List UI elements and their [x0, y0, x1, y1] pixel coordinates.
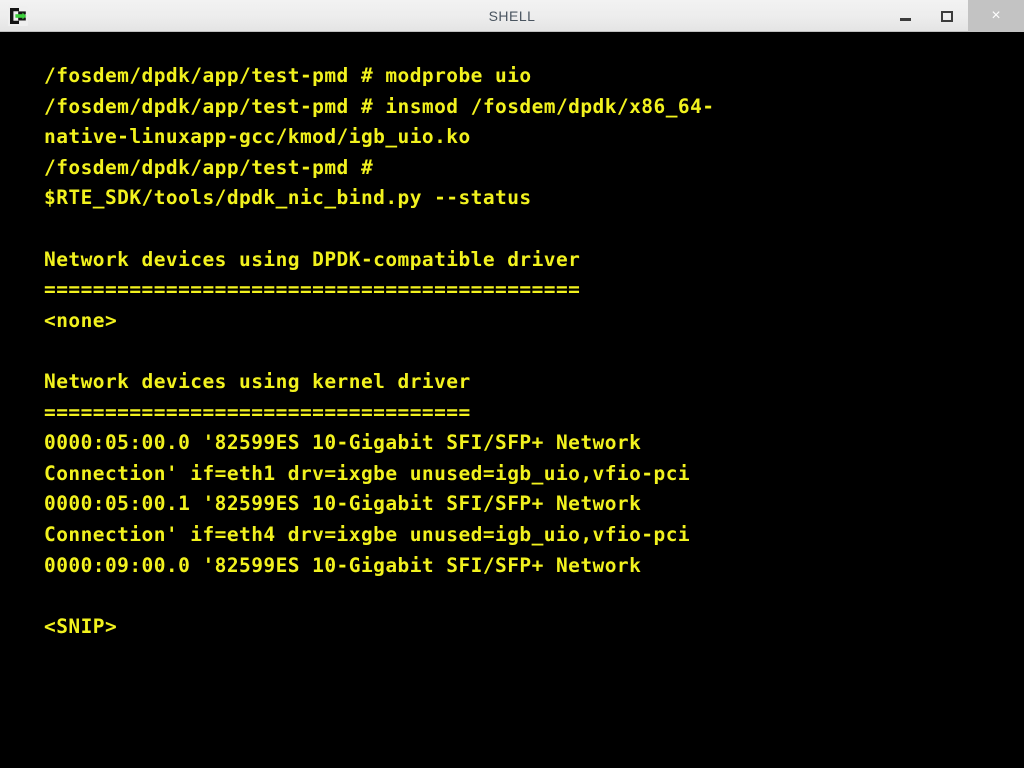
close-icon: × — [991, 7, 1001, 24]
minimize-button[interactable] — [884, 0, 926, 32]
window-title: SHELL — [488, 8, 536, 24]
maximize-button[interactable] — [926, 0, 968, 32]
maximize-icon — [941, 10, 953, 22]
terminal-line: 0000:05:00.1 '82599ES 10-Gigabit SFI/SFP… — [44, 492, 642, 516]
shell-window: SHELL × /fosdem/dpdk/app/test-pmd # modp… — [0, 0, 1024, 768]
terminal-line: 0000:09:00.0 '82599ES 10-Gigabit SFI/SFP… — [44, 553, 642, 577]
terminal-output: /fosdem/dpdk/app/test-pmd # modprobe uio… — [44, 61, 1004, 642]
terminal-line: /fosdem/dpdk/app/test-pmd # insmod /fosd… — [44, 94, 715, 118]
terminal-line: 0000:05:00.0 '82599ES 10-Gigabit SFI/SFP… — [44, 431, 642, 455]
terminal-line: Connection' if=eth4 drv=ixgbe unused=igb… — [44, 522, 691, 546]
terminal-line: <SNIP> — [44, 614, 118, 638]
terminal-line: <none> — [44, 308, 118, 332]
terminal-line: /fosdem/dpdk/app/test-pmd # modprobe uio — [44, 64, 532, 87]
title-bar[interactable]: SHELL × — [0, 0, 1024, 32]
terminal-line: native-linuxapp-gcc/kmod/igb_uio.ko — [44, 125, 471, 149]
terminal-viewport[interactable]: /fosdem/dpdk/app/test-pmd # modprobe uio… — [0, 32, 1024, 768]
close-button[interactable]: × — [968, 0, 1024, 32]
terminal-line: =================================== — [44, 400, 471, 424]
terminal-line: Connection' if=eth1 drv=ixgbe unused=igb… — [44, 461, 691, 485]
terminal-line: ========================================… — [44, 278, 581, 302]
terminal-line: /fosdem/dpdk/app/test-pmd # — [44, 155, 386, 179]
terminal-line: Network devices using kernel driver — [44, 369, 471, 393]
terminal-line: $RTE_SDK/tools/dpdk_nic_bind.py --status — [44, 186, 532, 210]
window-controls: × — [884, 0, 1024, 32]
minimize-icon — [899, 17, 911, 21]
terminal-line: Network devices using DPDK-compatible dr… — [44, 247, 581, 271]
